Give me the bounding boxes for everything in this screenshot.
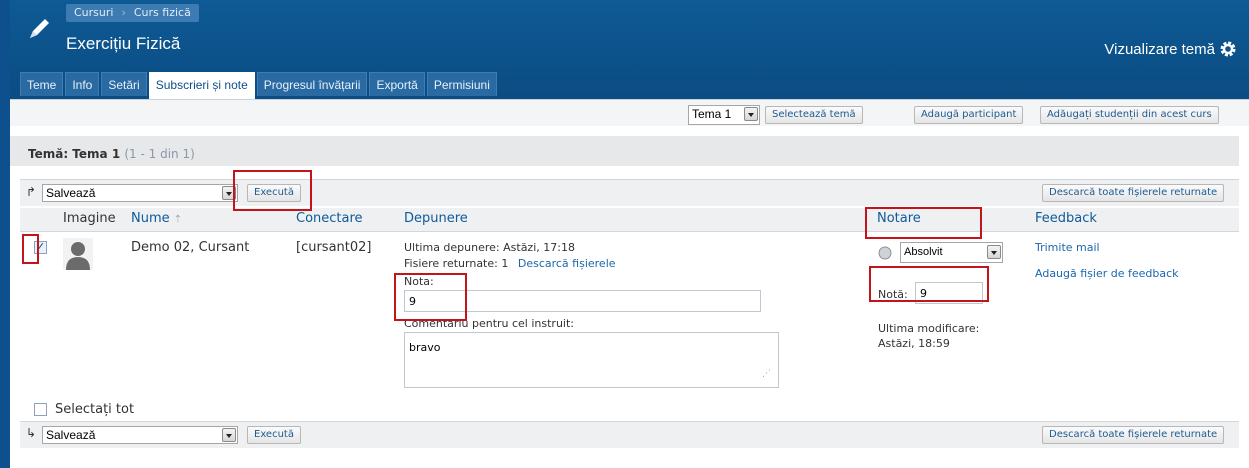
select-all-label: Selectați tot [55,402,135,417]
page-title: Exercițiu Fizică [66,34,181,53]
chevron-down-icon [222,428,236,442]
highlight-row-checkbox [22,234,39,264]
table-header: Imagine Nume ⇡ Conectare Depunere Notare… [20,208,1239,232]
corner-arrow-icon: ↳ [26,426,37,440]
sort-icon: ⇡ [173,214,183,225]
tab-setari[interactable]: Setări [101,72,147,96]
action-select-bottom-value: Salvează [46,428,96,442]
chevron-down-icon [987,245,1001,259]
returned-files: Fisiere returnate: 1 Descarcă fișierele [404,257,616,270]
returned-files-label: Fisiere returnate: 1 [404,257,509,270]
table-row: ✓ Demo 02, Cursant [cursant02] Ultima de… [20,233,1239,398]
tab-info[interactable]: Info [65,72,100,96]
col-header-image: Imagine [63,211,116,226]
tab-progres[interactable]: Progresul învățarii [256,72,368,96]
last-submission: Ultima depunere: Astăzi, 17:18 [404,241,575,254]
add-students-button[interactable]: Adăugați studenții din acest curs [1040,106,1219,124]
tab-bar: Teme Info Setări Subscrieri și note Prog… [20,72,497,99]
grading-status-select[interactable]: Absolvit [900,242,1003,263]
top-toolbar: Tema 1 Selectează temă Adaugă participan… [10,100,1249,126]
download-all-button-bottom[interactable]: Descarcă toate fișierele returnate [1042,426,1225,444]
col-header-name[interactable]: Nume ⇡ [131,211,182,226]
select-all-checkbox[interactable] [34,403,47,416]
bottom-action-row: ↳ Salvează Execută Descarcă toate fișier… [20,421,1239,448]
col-header-name-label: Nume [131,211,170,226]
select-theme-button[interactable]: Selectează temă [765,106,863,124]
breadcrumb-item-course[interactable]: Curs fizică [126,4,199,22]
submissions-table: ↱ Salvează Execută Descarcă toate fișier… [20,173,1239,463]
theme-heading-count: (1 - 1 din 1) [124,147,195,161]
col-header-login[interactable]: Conectare [296,211,363,226]
breadcrumb-item-courses[interactable]: Cursuri [66,4,121,22]
left-border [0,0,10,468]
add-feedback-file-link[interactable]: Adaugă fișier de feedback [1035,267,1179,280]
edit-pencil-icon [30,19,49,38]
download-files-link[interactable]: Descarcă fișierele [518,257,616,270]
select-all[interactable]: Selectați tot [34,402,134,417]
col-header-feedback[interactable]: Feedback [1035,211,1097,226]
grading-status-value: Absolvit [904,246,943,258]
execute-button-bottom[interactable]: Execută [247,426,301,444]
send-mail-link[interactable]: Trimite mail [1035,241,1100,254]
highlight-grade-field [394,273,467,321]
last-modified-label: Ultima modificare: [878,322,980,335]
theme-select[interactable]: Tema 1 [688,105,760,125]
col-header-submission[interactable]: Depunere [404,211,468,226]
tab-subscrieri-note[interactable]: Subscrieri și note [148,72,255,99]
chevron-down-icon [744,107,758,121]
comment-textarea[interactable]: bravo [404,332,779,388]
highlight-note-field [869,266,989,302]
student-login: [cursant02] [296,240,372,255]
main-content: Tema 1 Selectează temă Adaugă participan… [10,99,1249,468]
add-participant-button[interactable]: Adaugă participant [914,106,1024,124]
view-theme-link[interactable]: Vizualizare temă [1104,40,1237,58]
highlight-execute [233,170,312,211]
theme-heading: Temă: Tema 1 (1 - 1 din 1) [28,147,195,161]
page-header: Cursuri › Curs fizică Exercițiu Fizică V… [10,0,1249,100]
gear-icon [1220,41,1236,57]
tab-exporta[interactable]: Exportă [369,72,425,96]
view-theme-label: Vizualizare temă [1104,40,1215,58]
action-select-top-value: Salvează [46,186,96,200]
student-name: Demo 02, Cursant [131,240,250,255]
theme-select-value: Tema 1 [692,107,732,121]
action-select-top[interactable]: Salvează [42,184,238,202]
theme-heading-label: Temă: Tema 1 [28,147,121,161]
download-all-button-top[interactable]: Descarcă toate fișierele returnate [1042,184,1225,202]
highlight-grading-header [865,207,982,239]
status-circle-icon [878,246,892,260]
action-select-bottom[interactable]: Salvează [42,426,238,444]
resize-grip-icon[interactable]: ⋰ [762,369,771,379]
app-frame: Cursuri › Curs fizică Exercițiu Fizică V… [0,0,1249,468]
breadcrumb: Cursuri › Curs fizică [66,4,199,22]
corner-arrow-icon: ↱ [26,185,37,199]
tab-permisiuni[interactable]: Permisiuni [426,72,497,96]
last-modified-value: Astăzi, 18:59 [878,337,950,350]
tab-teme[interactable]: Teme [20,72,64,96]
top-action-row: ↱ Salvează Execută Descarcă toate fișier… [20,179,1239,206]
avatar [63,238,93,270]
